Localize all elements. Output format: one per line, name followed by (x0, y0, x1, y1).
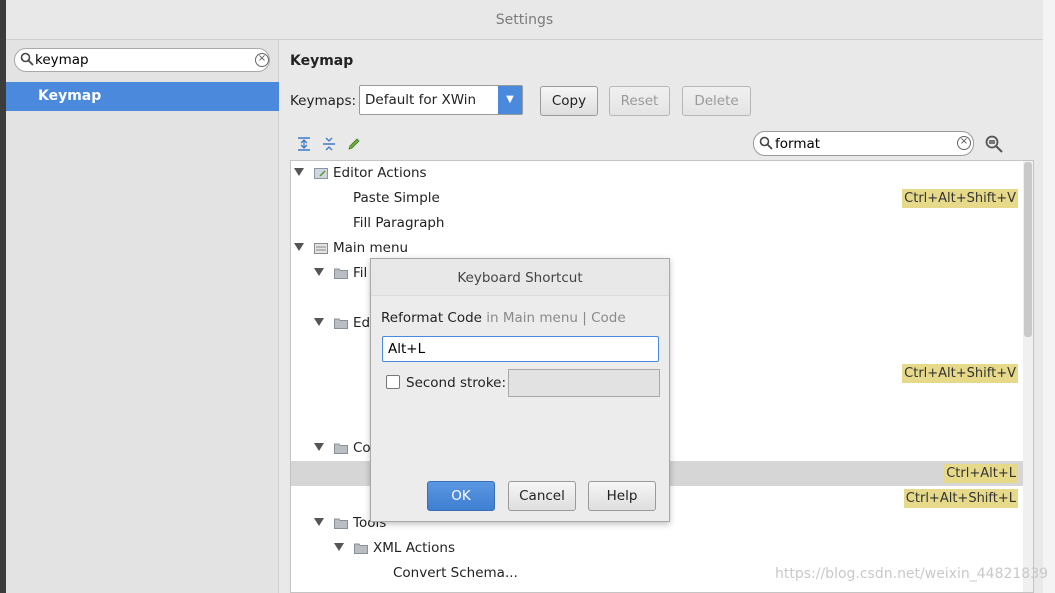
tree-row[interactable]: XML Actions (291, 536, 1024, 561)
second-stroke-label: Second stroke: (406, 375, 507, 391)
dialog-action-description: Reformat Code in Main menu | Code (381, 310, 626, 326)
tree-row[interactable]: Fill Paragraph (291, 211, 1024, 236)
search-icon (20, 52, 34, 66)
settings-search-box[interactable]: × (14, 48, 270, 72)
keyboard-shortcut-dialog: Keyboard Shortcut Reformat Code in Main … (370, 258, 670, 522)
second-stroke-input[interactable] (508, 369, 660, 397)
clear-search-icon[interactable]: × (255, 53, 269, 67)
action-path: in Main menu | Code (486, 310, 626, 326)
expanded-arrow-icon[interactable] (294, 243, 304, 251)
search-icon (759, 136, 773, 150)
expanded-arrow-icon[interactable] (314, 268, 324, 276)
action-filter-input[interactable] (775, 135, 945, 153)
chevron-down-icon[interactable]: ▼ (498, 86, 522, 114)
copy-button[interactable]: Copy (540, 86, 598, 116)
expanded-arrow-icon[interactable] (314, 443, 324, 451)
help-button[interactable]: Help (588, 481, 656, 511)
sidebar: × Keymap (6, 40, 279, 593)
collapse-all-icon[interactable] (321, 136, 337, 152)
panel-title: Keymap (290, 53, 354, 69)
keymap-select[interactable]: Default for XWin ▼ (359, 85, 523, 115)
keymaps-label: Keymaps: (290, 93, 357, 109)
shortcut-badge: Ctrl+Alt+L (944, 464, 1018, 483)
settings-search-input[interactable] (35, 51, 245, 69)
tree-row[interactable]: Paste Simple Ctrl+Alt+Shift+V (291, 186, 1024, 211)
watermark: https://blog.csdn.net/weixin_44821839 (775, 566, 1049, 582)
editor-actions-icon (314, 168, 328, 179)
folder-icon (354, 543, 368, 554)
expanded-arrow-icon[interactable] (314, 318, 324, 326)
reset-button[interactable]: Reset (609, 86, 670, 116)
keymap-select-value: Default for XWin (365, 92, 477, 108)
expanded-arrow-icon[interactable] (334, 543, 344, 551)
folder-icon (334, 518, 348, 529)
tree-scrollbar[interactable] (1023, 161, 1033, 592)
edit-shortcut-icon[interactable] (346, 136, 362, 152)
shortcut-badge: Ctrl+Alt+Shift+L (903, 489, 1018, 508)
action-name: Reformat Code (381, 310, 482, 326)
expanded-arrow-icon[interactable] (294, 168, 304, 176)
action-filter-box[interactable]: × (753, 131, 974, 156)
folder-icon (334, 443, 348, 454)
find-by-shortcut-icon[interactable] (984, 134, 1004, 154)
cancel-button[interactable]: Cancel (508, 481, 576, 511)
background-right-edge (1043, 0, 1055, 593)
expanded-arrow-icon[interactable] (314, 518, 324, 526)
delete-button[interactable]: Delete (682, 86, 751, 116)
sidebar-item-keymap[interactable]: Keymap (6, 82, 279, 111)
second-stroke-checkbox[interactable] (386, 375, 400, 389)
tree-row[interactable]: Editor Actions (291, 161, 1024, 186)
scrollbar-thumb[interactable] (1024, 162, 1032, 337)
dialog-title: Keyboard Shortcut (371, 259, 669, 296)
shortcut-badge: Ctrl+Alt+Shift+V (902, 189, 1018, 208)
shortcut-badge: Ctrl+Alt+Shift+V (902, 364, 1018, 383)
expand-all-icon[interactable] (296, 136, 312, 152)
first-stroke-input[interactable] (382, 336, 659, 362)
clear-filter-icon[interactable]: × (957, 136, 971, 150)
ok-button[interactable]: OK (427, 481, 495, 511)
folder-icon (334, 268, 348, 279)
window-title: Settings (6, 0, 1043, 40)
main-menu-icon (314, 243, 328, 254)
folder-icon (334, 318, 348, 329)
